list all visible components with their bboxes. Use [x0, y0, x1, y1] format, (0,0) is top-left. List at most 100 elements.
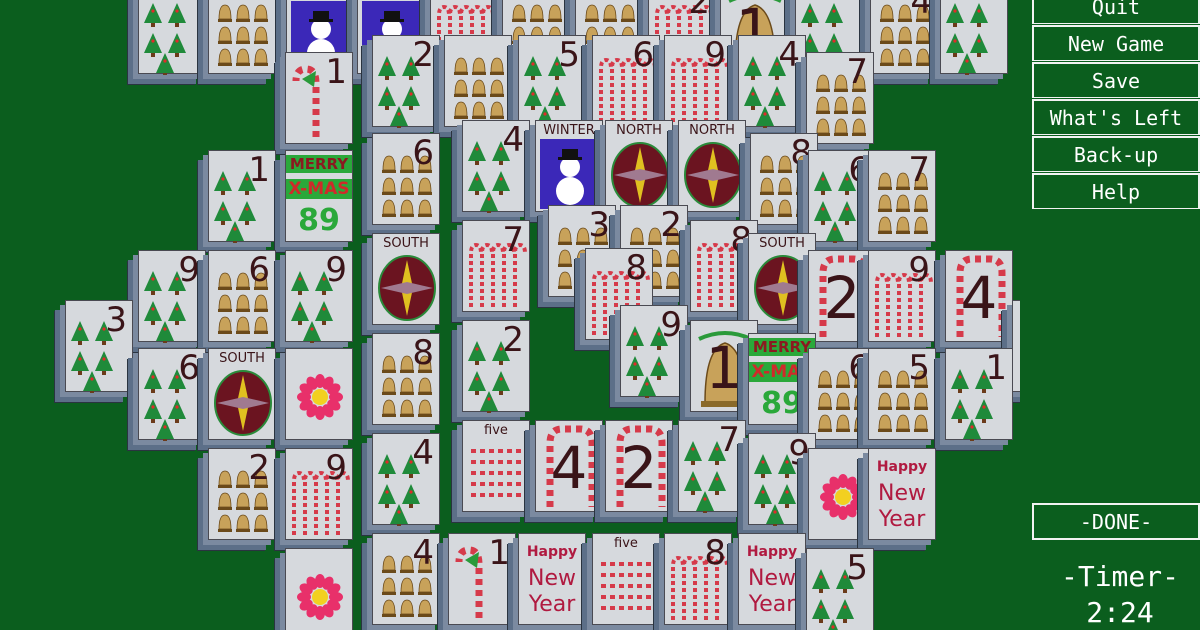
five-label: five	[614, 536, 638, 551]
tile-bigcane[interactable]: 2	[808, 250, 876, 342]
tile-merry[interactable]: MERRY X-MAS 89	[748, 333, 816, 425]
tile-south[interactable]: SOUTH	[748, 233, 816, 325]
tile-number: 2	[620, 434, 658, 502]
tile-cane[interactable]: 9	[285, 448, 353, 540]
tile-bigcane[interactable]: 4	[945, 250, 1013, 342]
tile-number: 9	[908, 250, 930, 290]
done-button[interactable]: -DONE-	[1032, 503, 1200, 540]
bell-icon	[218, 4, 268, 66]
tree-icon	[946, 3, 988, 75]
tile-bell[interactable]: 8	[372, 333, 440, 425]
tile-number: 4	[550, 434, 588, 502]
bell-icon	[1013, 301, 1020, 393]
tile-number: 5	[846, 548, 868, 588]
tile-bell[interactable]: 6	[808, 348, 876, 440]
tile-tree[interactable]: 4	[738, 35, 806, 128]
back-up-button[interactable]: Back-up	[1032, 136, 1200, 172]
tile-tree[interactable]: 2	[462, 320, 530, 413]
tile-tree[interactable]: 6	[138, 348, 206, 441]
tile-number: 2	[688, 0, 710, 22]
whats-left-button[interactable]: What's Left	[1032, 99, 1200, 135]
tile-tree[interactable]: 1	[945, 348, 1013, 441]
tile-cane[interactable]: 9	[664, 35, 732, 127]
tile-tree[interactable]: 9	[620, 305, 688, 398]
tile-bell[interactable]	[444, 35, 512, 127]
tile-tree[interactable]: 5	[518, 35, 586, 128]
tile-flower[interactable]	[285, 548, 353, 630]
happy-label: Happy	[876, 459, 928, 475]
quit-button[interactable]: Quit	[1032, 0, 1200, 24]
tile-number: 4	[778, 35, 800, 75]
tile-bell[interactable]: 6	[372, 133, 440, 225]
tile-bell[interactable]: 7	[868, 150, 936, 242]
new-game-button[interactable]: New Game	[1032, 25, 1200, 61]
tile-tree[interactable]: 7	[678, 420, 746, 513]
tile-flower[interactable]	[808, 448, 876, 540]
tile-bell[interactable]: 4	[372, 533, 440, 625]
tile-number: 8	[704, 533, 726, 573]
tile-cane[interactable]: 7	[462, 220, 530, 312]
tile-number: 9	[178, 250, 200, 290]
tile-flower[interactable]	[285, 348, 353, 440]
tile-number: 1	[488, 533, 510, 573]
tile-bell[interactable]: 2	[208, 448, 276, 540]
flower-icon	[820, 474, 866, 520]
year-word-label: Year	[878, 507, 926, 532]
tile-number: 6	[248, 250, 270, 290]
tile-tree[interactable]: 9	[138, 250, 206, 343]
tile-cane[interactable]: 8	[664, 533, 732, 625]
tile-merry[interactable]: MERRY X-MAS 89	[285, 150, 353, 242]
tile-tree[interactable]	[940, 0, 1008, 75]
tile-number: 8	[412, 333, 434, 373]
tile-winter[interactable]: WINTER	[535, 120, 603, 212]
tile-bell[interactable]	[208, 0, 276, 74]
tile-tree[interactable]: 2	[372, 35, 440, 128]
tile-north[interactable]: NORTH	[605, 120, 673, 212]
tile-number: 1	[325, 52, 347, 92]
tile-tree[interactable]: 4	[372, 433, 440, 526]
tile-cane1[interactable]: 1	[285, 52, 353, 144]
tile-tree[interactable]: 9	[285, 250, 353, 343]
tile-cane[interactable]: 9	[868, 250, 936, 342]
tile-tree[interactable]	[138, 0, 206, 75]
tile-number: 7	[502, 220, 524, 260]
happy-label: Happy	[746, 544, 798, 560]
tile-cane[interactable]: 6	[592, 35, 660, 127]
year-word-label: Year	[528, 592, 576, 617]
tile-tree[interactable]: 9	[748, 433, 816, 526]
save-button[interactable]: Save	[1032, 62, 1200, 98]
tile-bell[interactable]: 4	[870, 0, 938, 74]
tile-cane1[interactable]: 1	[448, 533, 516, 625]
help-button[interactable]: Help	[1032, 173, 1200, 209]
tile-number: 2	[660, 205, 682, 245]
tile-south[interactable]: SOUTH	[372, 233, 440, 325]
tile-happy[interactable]: Happy New Year	[738, 533, 806, 625]
tile-south[interactable]: SOUTH	[208, 348, 276, 440]
tile-number: 2	[412, 35, 434, 75]
tile-happy[interactable]: Happy New Year	[868, 448, 936, 540]
tile-tree[interactable]: 3	[65, 300, 133, 393]
tile-number: 7	[846, 52, 868, 92]
menu-panel: Quit New Game Save What's Left Back-up H…	[1032, 0, 1200, 210]
tile-bell[interactable]: 6	[208, 250, 276, 342]
tile-north[interactable]: NORTH	[678, 120, 746, 212]
xmas-label: X-MAS	[749, 362, 815, 382]
tile-bigcane[interactable]: 2	[605, 420, 673, 512]
tile-number: 3	[588, 205, 610, 245]
tile-tree[interactable]: 6	[808, 150, 876, 243]
tile-tree[interactable]: 4	[462, 120, 530, 213]
tile-number: 2	[502, 320, 524, 360]
tile-number: 4	[960, 264, 998, 332]
tile-five[interactable]: five	[462, 420, 530, 512]
tile-tree[interactable]: 1	[208, 150, 276, 243]
year-label: 89	[761, 386, 803, 421]
tile-bell[interactable]: 7	[806, 52, 874, 144]
tile-bell[interactable]: 5	[868, 348, 936, 440]
tile-five[interactable]: five	[592, 533, 660, 625]
tile-number: 2	[248, 448, 270, 488]
tile-happy[interactable]: Happy New Year	[518, 533, 586, 625]
tile-number: 1	[985, 348, 1007, 388]
tile-bigcane[interactable]: 4	[535, 420, 603, 512]
tile-tree[interactable]: 5	[806, 548, 874, 630]
year-word-label: Year	[748, 592, 796, 617]
